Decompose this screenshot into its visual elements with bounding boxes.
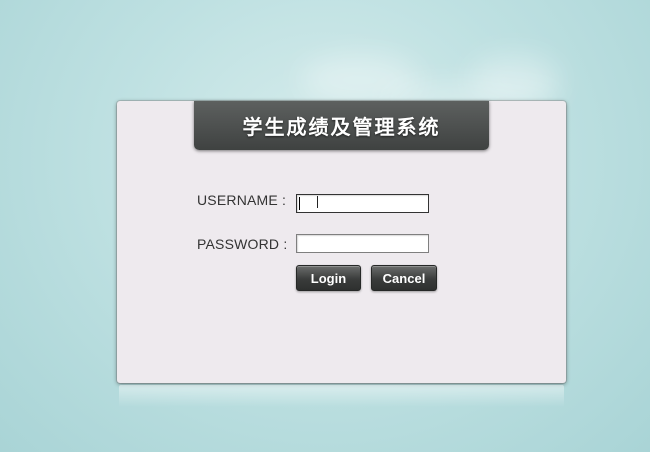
username-field[interactable]: [296, 194, 429, 213]
username-label: USERNAME :: [197, 192, 287, 208]
app-title: 学生成绩及管理系统: [242, 115, 441, 139]
password-label: PASSWORD :: [197, 236, 288, 252]
panel-reflection: [119, 385, 564, 407]
ibeam-cursor-icon: [317, 196, 324, 208]
login-button[interactable]: Login: [296, 265, 361, 291]
text-caret: [299, 197, 300, 210]
password-field[interactable]: [296, 234, 429, 253]
cancel-button[interactable]: Cancel: [371, 265, 437, 291]
title-banner: 学生成绩及管理系统: [194, 101, 489, 150]
